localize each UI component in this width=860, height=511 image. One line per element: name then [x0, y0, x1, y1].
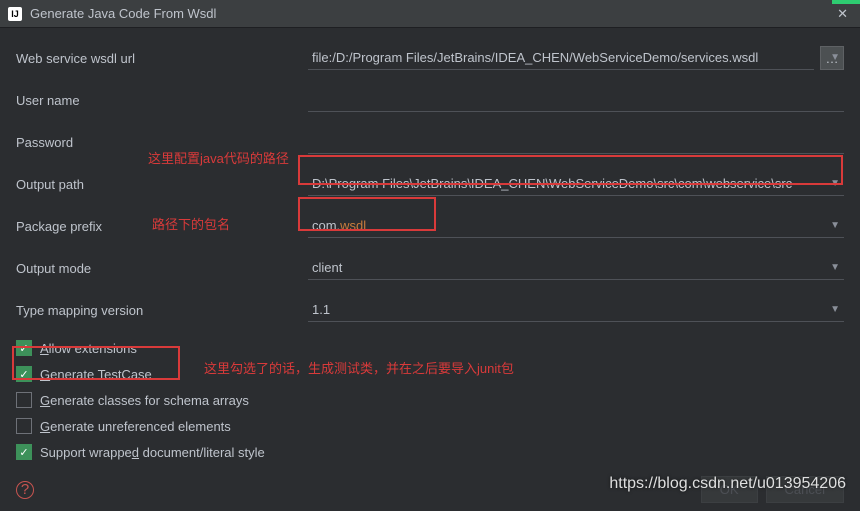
generate-schema-label: enerate classes for schema arrays [50, 393, 249, 408]
username-label: User name [16, 93, 308, 108]
help-icon[interactable]: ? [16, 481, 34, 499]
password-input[interactable] [308, 130, 844, 154]
mnemonic: d [132, 445, 139, 460]
chevron-down-icon: ▼ [830, 262, 840, 273]
window-accent [832, 0, 860, 4]
annotation-text: 这里勾选了的话，生成测试类，并在之后要导入junit包 [204, 358, 514, 377]
generate-testcase-label: enerate TestCase [50, 367, 152, 382]
wsdl-url-label: Web service wsdl url [16, 51, 308, 66]
watermark: https://blog.csdn.net/u013954206 [609, 475, 846, 493]
mnemonic: A [40, 341, 49, 356]
support-wrapped-pre: Support wrappe [40, 445, 132, 460]
generate-unreferenced-checkbox[interactable]: Generate unreferenced elements [16, 418, 844, 434]
wsdl-url-value: file:/D:/Program Files/JetBrains/IDEA_CH… [312, 50, 758, 65]
output-mode-label: Output mode [16, 261, 308, 276]
allow-extensions-checkbox[interactable]: ✓ Allow extensions [16, 340, 844, 356]
username-input[interactable] [308, 88, 844, 112]
annotation-text: 这里配置java代码的路径 [148, 148, 289, 167]
check-icon: ✓ [16, 366, 32, 382]
output-mode-value: client [312, 260, 342, 275]
wsdl-url-dropdown[interactable]: file:/D:/Program Files/JetBrains/IDEA_CH… [308, 46, 814, 70]
chevron-down-icon: ▼ [830, 52, 840, 63]
dialog-content: Web service wsdl url file:/D:/Program Fi… [0, 28, 860, 460]
chevron-down-icon: ▼ [830, 178, 840, 189]
generate-schema-checkbox[interactable]: Generate classes for schema arrays [16, 392, 844, 408]
mnemonic: G [40, 419, 50, 434]
mnemonic: G [40, 367, 50, 382]
chevron-down-icon: ▼ [830, 220, 840, 231]
window-title: Generate Java Code From Wsdl [30, 6, 216, 21]
check-icon [16, 392, 32, 408]
output-mode-dropdown[interactable]: client ▼ [308, 256, 844, 280]
output-path-dropdown[interactable]: D:\Program Files\JetBrains\IDEA_CHEN\Web… [308, 172, 844, 196]
check-icon: ✓ [16, 444, 32, 460]
annotation-text: 路径下的包名 [152, 214, 230, 233]
check-icon: ✓ [16, 340, 32, 356]
package-prefix-dropdown[interactable]: com.wsdl ▼ [308, 214, 844, 238]
package-prefix-pre: com. [312, 218, 340, 233]
allow-extensions-label: llow extensions [49, 341, 137, 356]
support-wrapped-checkbox[interactable]: ✓ Support wrapped document/literal style [16, 444, 844, 460]
type-mapping-dropdown[interactable]: 1.1 ▼ [308, 298, 844, 322]
type-mapping-value: 1.1 [312, 302, 330, 317]
close-icon[interactable]: ✕ [825, 2, 860, 26]
output-path-label: Output path [16, 177, 308, 192]
output-path-value: D:\Program Files\JetBrains\IDEA_CHEN\Web… [312, 176, 792, 191]
mnemonic: G [40, 393, 50, 408]
check-icon [16, 418, 32, 434]
app-icon: IJ [8, 7, 22, 21]
titlebar[interactable]: IJ Generate Java Code From Wsdl ✕ [0, 0, 860, 28]
chevron-down-icon: ▼ [830, 304, 840, 315]
generate-unreferenced-label: enerate unreferenced elements [50, 419, 231, 434]
support-wrapped-post: document/literal style [139, 445, 265, 460]
type-mapping-label: Type mapping version [16, 303, 308, 318]
package-prefix-suffix: wsdl [340, 218, 366, 233]
